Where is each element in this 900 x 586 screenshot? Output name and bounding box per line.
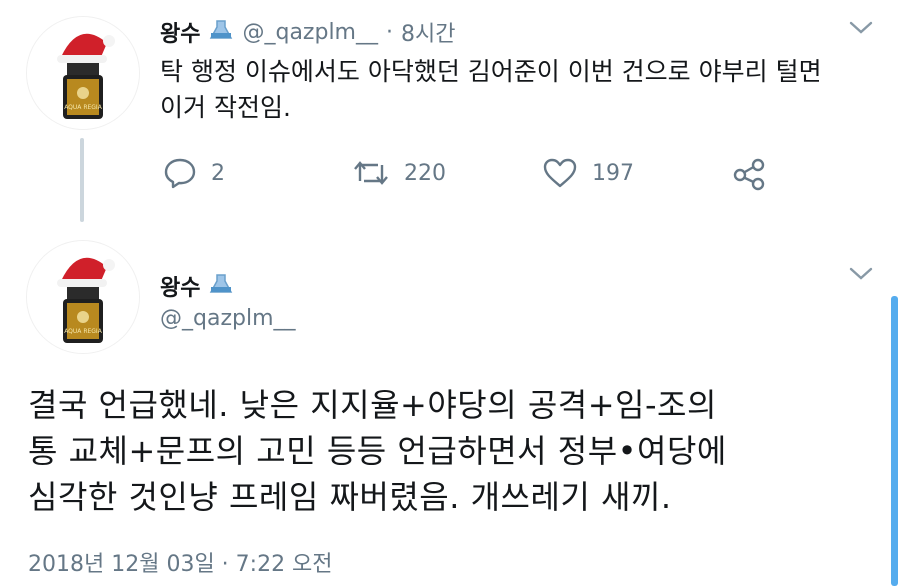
chevron-down-icon[interactable] bbox=[848, 20, 874, 40]
tweet-time[interactable]: 8시간 bbox=[401, 16, 455, 48]
flask-icon bbox=[208, 273, 234, 299]
reply-text-line: 이거 작전임. bbox=[160, 93, 291, 122]
avatar[interactable]: AQUA REGIA bbox=[26, 240, 140, 354]
separator-dot: · bbox=[386, 19, 393, 45]
tweet-timestamp[interactable]: 2018년 12월 03일 · 7:22 오전 bbox=[28, 546, 333, 578]
chevron-down-icon[interactable] bbox=[848, 266, 874, 286]
like-icon bbox=[543, 158, 577, 188]
reply-tweet-header: 왕수 @_qazplm__ · 8시간 bbox=[160, 16, 455, 48]
retweet-button[interactable]: 220 bbox=[352, 157, 446, 189]
avatar-image: AQUA REGIA bbox=[27, 17, 139, 129]
avatar-image: AQUA REGIA bbox=[27, 241, 139, 353]
display-name[interactable]: 왕수 bbox=[160, 270, 200, 302]
main-tweet-text: 결국 언급했네. 낮은 지지율+야당의 공격+임-조의 통 교체+문프의 고민 … bbox=[28, 382, 878, 520]
avatar-label: AQUA REGIA bbox=[64, 328, 103, 335]
reply-tweet-text: 탁 행정 이슈에서도 아닥했던 김어준이 이번 건으로 야부리 털면 이거 작전… bbox=[160, 54, 822, 126]
flask-icon bbox=[208, 19, 234, 45]
avatar-label: AQUA REGIA bbox=[64, 104, 103, 111]
main-text-line: 통 교체+문프의 고민 등등 언급하면서 정부•여당에 bbox=[28, 432, 727, 470]
thread-line bbox=[80, 138, 84, 222]
handle[interactable]: @_qazplm__ bbox=[160, 306, 296, 331]
reply-button[interactable]: 2 bbox=[163, 157, 225, 189]
reply-icon bbox=[164, 158, 196, 189]
display-name[interactable]: 왕수 bbox=[160, 16, 200, 48]
avatar[interactable]: AQUA REGIA bbox=[26, 16, 140, 130]
main-tweet-name-row: 왕수 bbox=[160, 270, 234, 302]
reply-count: 2 bbox=[211, 160, 225, 186]
like-button[interactable]: 197 bbox=[542, 157, 634, 189]
main-text-line: 심각한 것인냥 프레임 짜버렸음. 개쓰레기 새끼. bbox=[28, 478, 672, 516]
retweet-icon bbox=[354, 161, 388, 185]
handle[interactable]: @_qazplm__ bbox=[242, 20, 378, 45]
share-icon bbox=[733, 158, 765, 191]
like-count: 197 bbox=[592, 160, 634, 186]
share-button[interactable] bbox=[732, 157, 780, 191]
main-text-line: 결국 언급했네. 낮은 지지율+야당의 공격+임-조의 bbox=[28, 386, 717, 424]
scrollbar[interactable] bbox=[891, 296, 898, 586]
reply-text-line: 탁 행정 이슈에서도 아닥했던 김어준이 이번 건으로 야부리 털면 bbox=[160, 57, 822, 86]
retweet-count: 220 bbox=[404, 160, 446, 186]
